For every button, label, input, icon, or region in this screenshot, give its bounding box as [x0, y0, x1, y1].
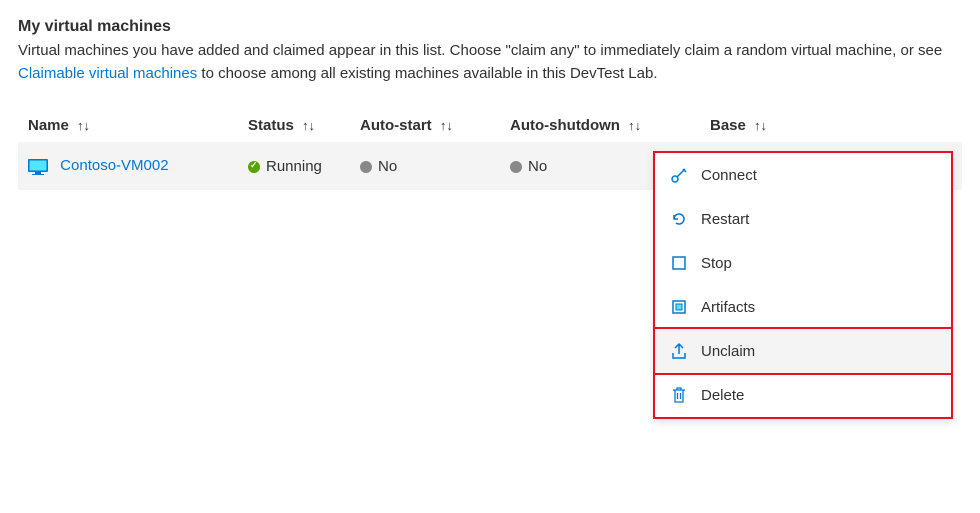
description-text-pre: Virtual machines you have added and clai…: [18, 42, 942, 59]
menu-item-artifacts-label: Artifacts: [701, 299, 755, 316]
connect-icon: [669, 165, 689, 185]
section-title: My virtual machines: [18, 18, 962, 36]
column-header-status-label: Status: [248, 117, 294, 134]
status-running-icon: [248, 161, 260, 173]
menu-item-unclaim-label: Unclaim: [701, 343, 755, 360]
menu-item-artifacts[interactable]: Artifacts: [655, 285, 951, 329]
menu-item-connect-label: Connect: [701, 167, 757, 184]
column-header-base-label: Base: [710, 117, 746, 134]
cell-status: Running: [248, 158, 360, 175]
status-text: Running: [266, 158, 322, 175]
stop-icon: [669, 253, 689, 273]
menu-item-stop[interactable]: Stop: [655, 241, 951, 285]
artifacts-icon: [669, 297, 689, 317]
description-text-post: to choose among all existing machines av…: [197, 65, 657, 82]
unclaim-icon: [669, 341, 689, 361]
vm-table-container: Name ↑↓ Status ↑↓ Auto-start ↑↓ Auto-shu…: [18, 109, 962, 190]
column-header-status[interactable]: Status ↑↓: [248, 117, 360, 134]
column-header-autostart[interactable]: Auto-start ↑↓: [360, 117, 510, 134]
autoshutdown-text: No: [528, 158, 547, 175]
vm-icon: [28, 159, 48, 175]
section-description: Virtual machines you have added and clai…: [18, 40, 958, 85]
menu-item-restart[interactable]: Restart: [655, 197, 951, 241]
menu-item-restart-label: Restart: [701, 211, 749, 228]
vm-name-link[interactable]: Contoso-VM002: [60, 157, 168, 174]
column-header-autoshutdown-label: Auto-shutdown: [510, 117, 620, 134]
status-grey-icon: [360, 161, 372, 173]
column-header-autoshutdown[interactable]: Auto-shutdown ↑↓: [510, 117, 710, 134]
status-grey-icon: [510, 161, 522, 173]
column-header-base[interactable]: Base ↑↓: [710, 117, 830, 134]
menu-item-delete[interactable]: Delete: [655, 373, 951, 417]
column-header-name-label: Name: [28, 117, 69, 134]
sort-icon: ↑↓: [628, 118, 641, 133]
menu-item-unclaim[interactable]: Unclaim: [653, 327, 953, 375]
claimable-vms-link[interactable]: Claimable virtual machines: [18, 65, 197, 82]
sort-icon: ↑↓: [302, 118, 315, 133]
context-menu: Connect Restart Stop: [653, 151, 953, 419]
menu-item-delete-label: Delete: [701, 387, 744, 404]
cell-name: Contoso-VM002: [28, 157, 248, 174]
autostart-text: No: [378, 158, 397, 175]
menu-item-connect[interactable]: Connect: [655, 153, 951, 197]
column-header-name[interactable]: Name ↑↓: [28, 117, 248, 134]
sort-icon: ↑↓: [77, 118, 90, 133]
table-header-row: Name ↑↓ Status ↑↓ Auto-start ↑↓ Auto-shu…: [18, 109, 962, 142]
cell-autostart: No: [360, 158, 510, 175]
column-header-autostart-label: Auto-start: [360, 117, 432, 134]
menu-item-stop-label: Stop: [701, 255, 732, 272]
sort-icon: ↑↓: [754, 118, 767, 133]
sort-icon: ↑↓: [440, 118, 453, 133]
delete-icon: [669, 385, 689, 405]
restart-icon: [669, 209, 689, 229]
